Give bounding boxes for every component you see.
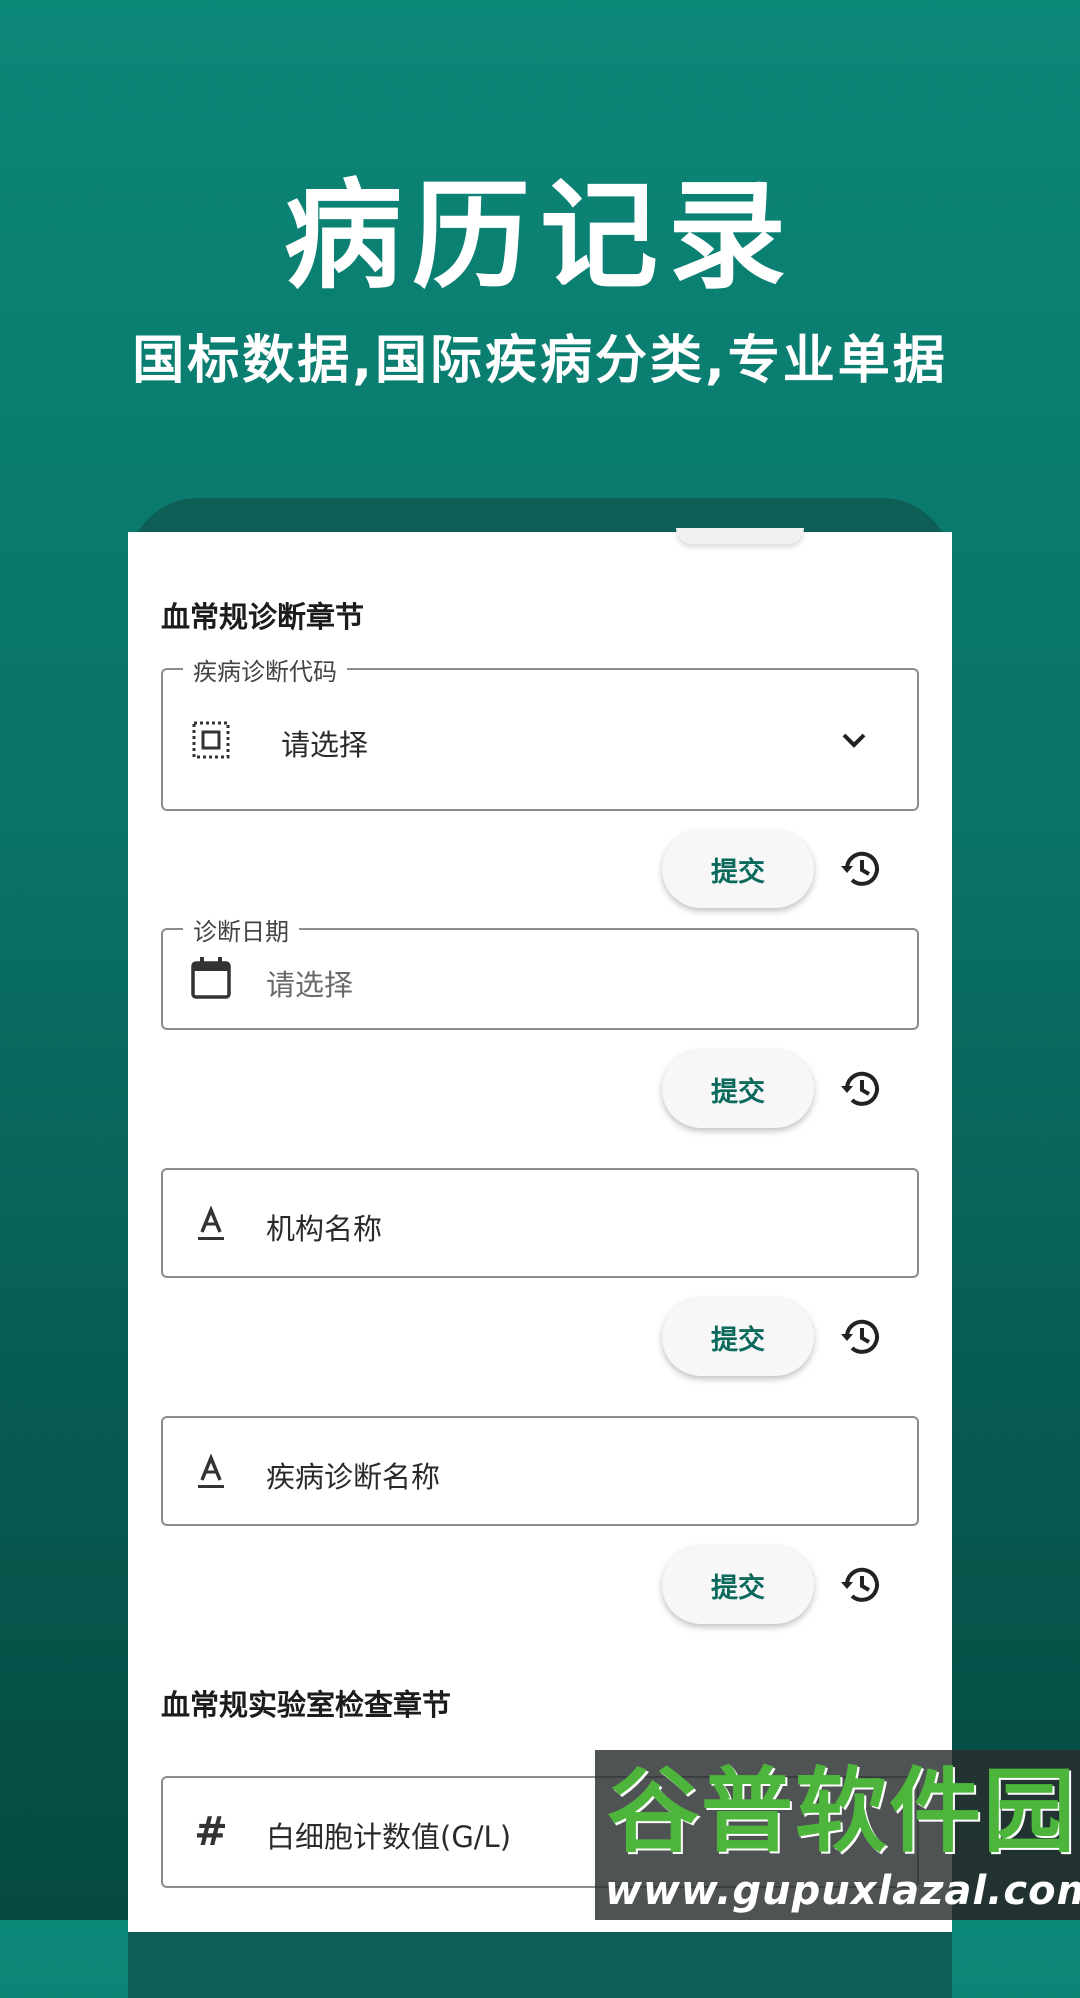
watermark-title: 谷普软件园 bbox=[607, 1758, 1078, 1865]
hash-icon: # bbox=[194, 1809, 228, 1855]
history-icon[interactable] bbox=[838, 1562, 884, 1608]
chevron-down-icon[interactable] bbox=[837, 723, 871, 757]
submit-button[interactable]: 提交 bbox=[662, 830, 814, 908]
diagnosis-date-field[interactable]: 诊断日期 请选择 bbox=[161, 912, 919, 1030]
text-format-icon bbox=[191, 1204, 231, 1244]
scroll-indicator bbox=[676, 528, 804, 544]
barcode-scan-icon bbox=[191, 720, 231, 760]
hero-subtitle: 国标数据,国际疾病分类,专业单据 bbox=[132, 331, 948, 391]
field-label: 白细胞计数值(G/L) bbox=[266, 1820, 512, 1854]
section-title-lab: 血常规实验室检查章节 bbox=[161, 1688, 452, 1722]
field-placeholder: 请选择 bbox=[266, 968, 354, 1002]
submit-button[interactable]: 提交 bbox=[662, 1546, 814, 1624]
diagnosis-name-field[interactable]: 疾病诊断名称 bbox=[161, 1416, 919, 1526]
submit-button[interactable]: 提交 bbox=[662, 1298, 814, 1376]
field-label: 疾病诊断名称 bbox=[266, 1460, 441, 1494]
form-card: 血常规诊断章节 疾病诊断代码 请选择 提交 诊断日期 请选择 提交 机构名称 提… bbox=[128, 528, 952, 1932]
field-legend: 诊断日期 bbox=[183, 912, 299, 947]
watermark: 谷普软件园 www.gupuxlazal.com bbox=[595, 1750, 1080, 1920]
section-title-diagnosis: 血常规诊断章节 bbox=[161, 600, 365, 634]
field-value: 请选择 bbox=[281, 728, 369, 762]
history-icon[interactable] bbox=[838, 846, 884, 892]
calendar-icon bbox=[191, 957, 231, 999]
field-legend: 疾病诊断代码 bbox=[183, 652, 347, 687]
diagnosis-code-field[interactable]: 疾病诊断代码 请选择 bbox=[161, 652, 919, 811]
submit-button[interactable]: 提交 bbox=[662, 1050, 814, 1128]
history-icon[interactable] bbox=[838, 1314, 884, 1360]
text-format-icon bbox=[191, 1452, 231, 1492]
field-label: 机构名称 bbox=[266, 1212, 383, 1246]
institution-name-field[interactable]: 机构名称 bbox=[161, 1168, 919, 1278]
history-icon[interactable] bbox=[838, 1066, 884, 1112]
hero-title: 病历记录 bbox=[283, 167, 796, 305]
watermark-url: www.gupuxlazal.com bbox=[605, 1868, 1080, 1914]
